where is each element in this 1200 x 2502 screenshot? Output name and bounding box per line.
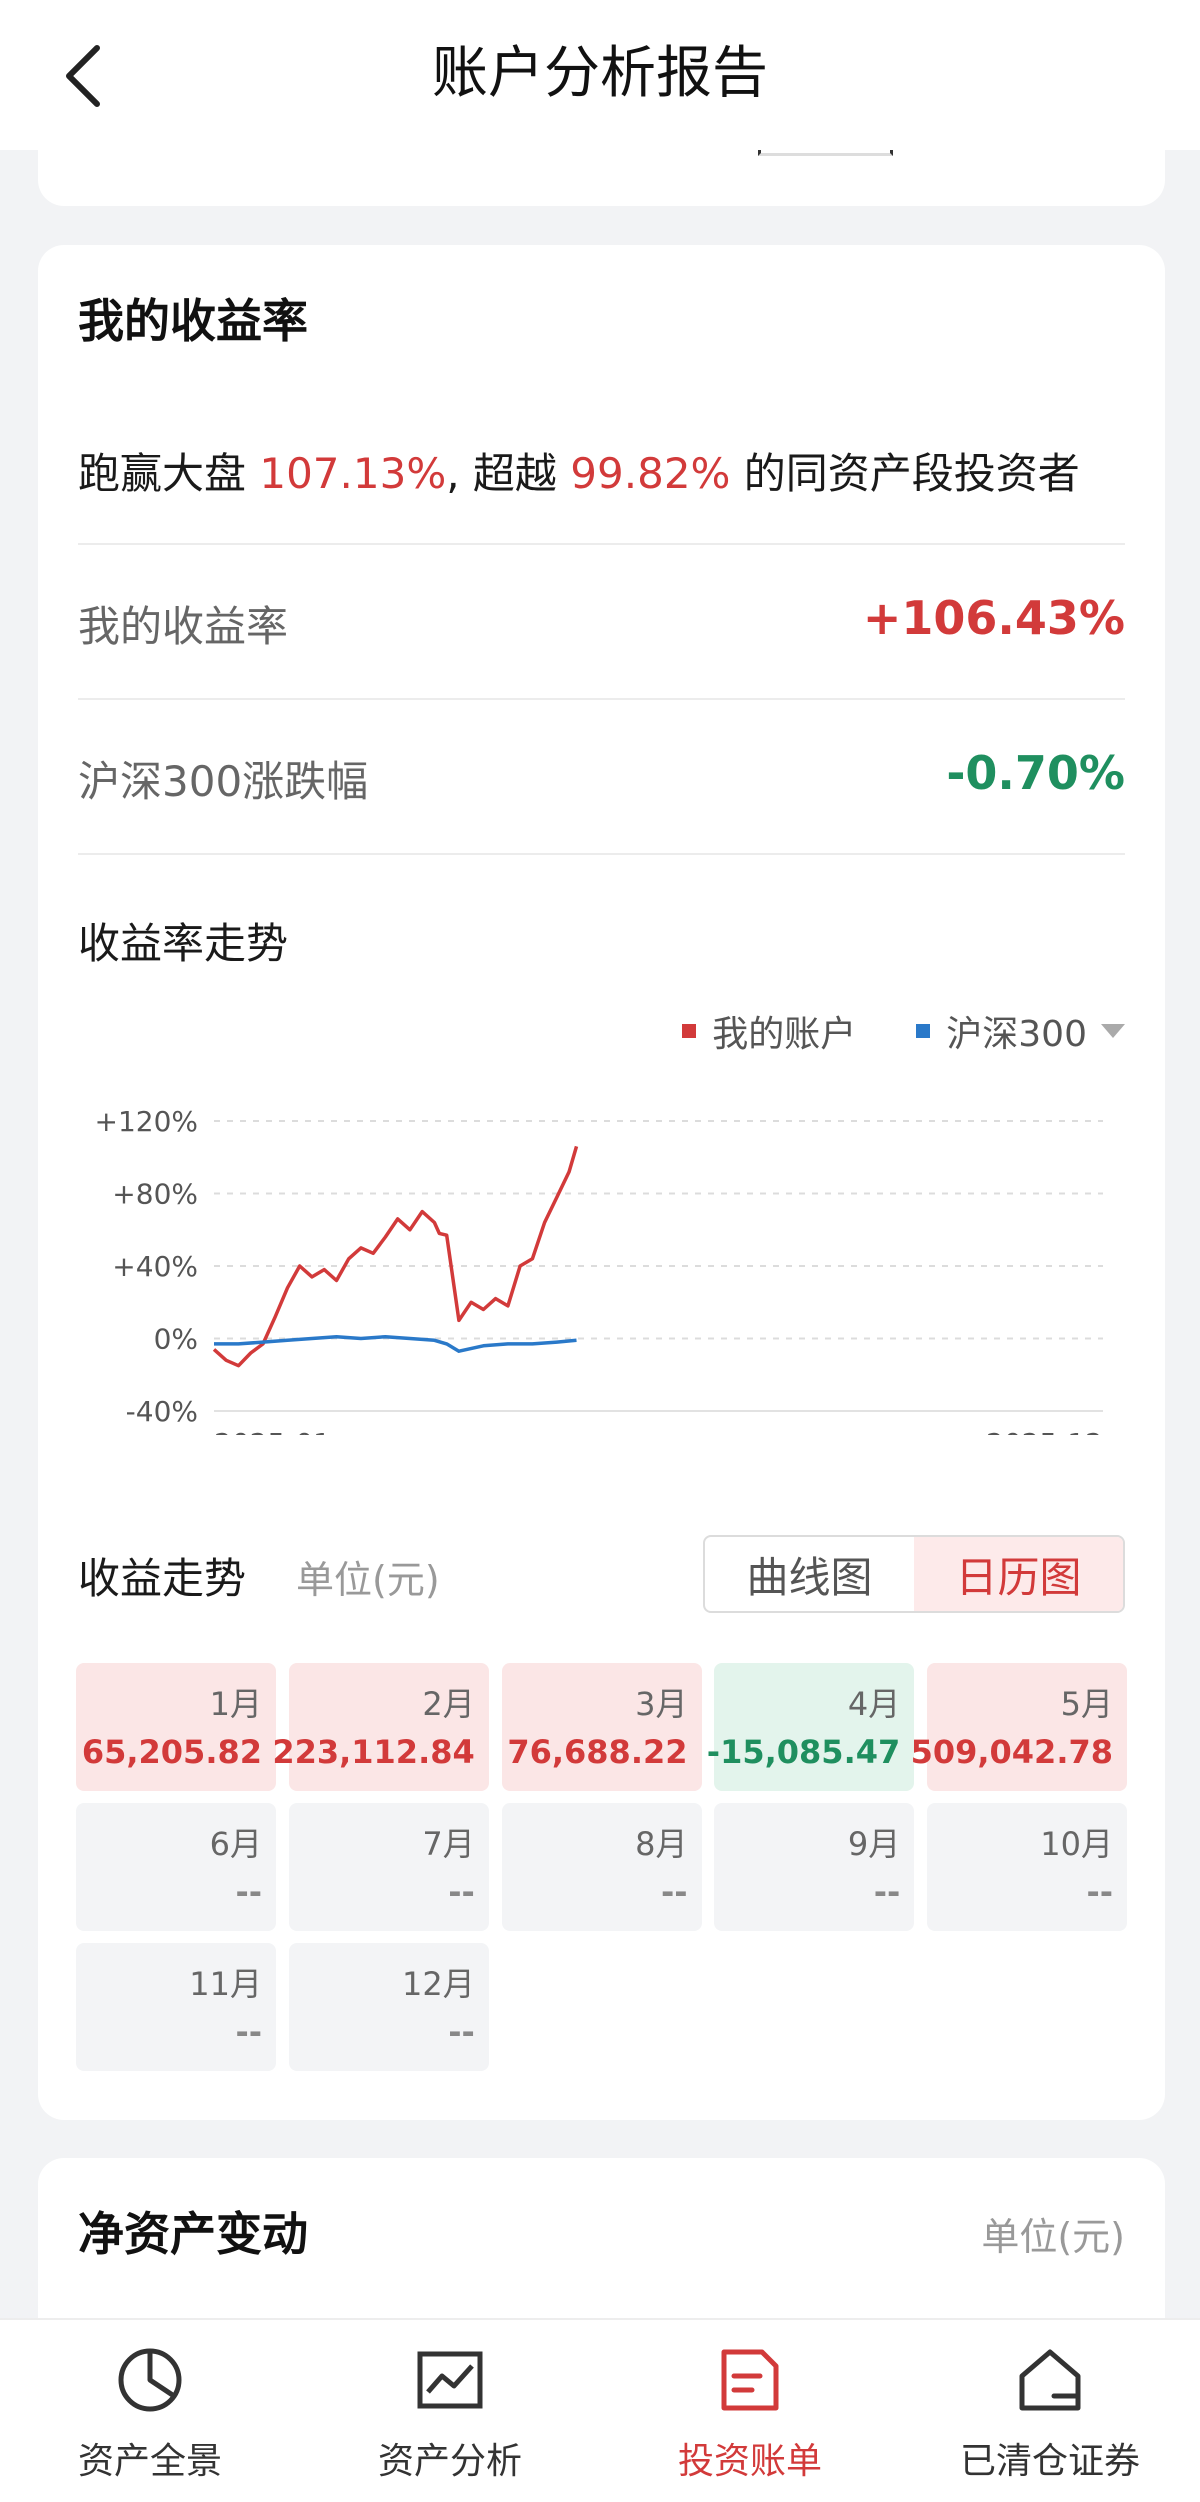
legend-index[interactable]: 沪深300: [916, 1005, 1125, 1057]
divider: [78, 543, 1125, 545]
y-tick-label: 0%: [154, 1323, 198, 1356]
divider: [78, 698, 1125, 700]
month-value: 65,205.82: [81, 1733, 262, 1771]
top-nav-bar: 账户分析报告: [0, 0, 1200, 150]
month-label: 9月: [847, 1825, 901, 1863]
divider: [78, 853, 1125, 855]
my-return-value: +106.43%: [862, 591, 1125, 645]
month-value: -15,085.47: [706, 1733, 901, 1771]
y-tick-label: +120%: [94, 1105, 198, 1138]
returns-card: 我的收益率 跑赢大盘 107.13%, 超越 99.82% 的同资产段投资者 我…: [38, 245, 1165, 2120]
index-change-value: -0.70%: [946, 746, 1125, 800]
month-cell[interactable]: 9月 --: [714, 1803, 915, 1931]
legend-swatch-red: [682, 1024, 697, 1038]
y-tick-label: -40%: [126, 1395, 198, 1428]
legend-swatch-blue: [916, 1024, 931, 1038]
month-cell[interactable]: 6月 --: [76, 1803, 276, 1931]
index-change-label: 沪深300涨跌幅: [78, 757, 369, 806]
month-cell[interactable]: 4月 -15,085.47: [707, 1663, 915, 1791]
tab-investment-bill[interactable]: 投资账单: [600, 2320, 900, 2502]
month-cell[interactable]: 11月 --: [76, 1943, 276, 2071]
month-label: 12月: [402, 1965, 475, 2003]
tab-label: 资产全景: [77, 2441, 222, 2482]
month-label: 4月: [847, 1685, 901, 1723]
dropdown-caret-icon[interactable]: [1101, 1024, 1125, 1038]
legend-label: 我的账户: [712, 1014, 857, 1055]
month-label: 10月: [1040, 1825, 1113, 1863]
summary-prefix: 跑赢大盘: [78, 449, 260, 498]
month-label: 7月: [422, 1825, 475, 1863]
my-return-label: 我的收益率: [78, 602, 289, 651]
monthly-income-grid: 1月 65,205.82 2月 223,112.84 3月 76,688.22 4月 -…: [76, 1663, 1131, 2071]
chart-legend[interactable]: 我的账户 沪深300: [622, 1005, 1125, 1057]
tab-label: 已清仓证券: [959, 2441, 1140, 2482]
month-label: 5月: [1060, 1685, 1113, 1723]
bill-icon: [714, 2344, 786, 2416]
month-value: 76,688.22: [507, 1733, 688, 1771]
pie-chart-icon: [114, 2344, 186, 2416]
month-label: 3月: [635, 1685, 688, 1723]
month-value: --: [448, 2013, 475, 2051]
return-trend-chart: +120% +80% +40% 0% -40% 2025-01 2025-12: [94, 1105, 1103, 1435]
month-cell[interactable]: 5月 509,042.78: [911, 1663, 1127, 1791]
month-label: 1月: [209, 1685, 262, 1723]
month-label: 2月: [422, 1685, 475, 1723]
exceed-investors-value: 99.82%: [570, 449, 731, 498]
curve-chart-tab[interactable]: 曲线图: [705, 1537, 914, 1611]
tab-label: 投资账单: [677, 2441, 822, 2482]
month-value: 509,042.78: [910, 1733, 1113, 1771]
month-cell[interactable]: 12月 --: [288, 1943, 489, 2071]
calendar-chart-tab[interactable]: 日历图: [914, 1537, 1123, 1611]
month-label: 8月: [635, 1825, 688, 1863]
x-tick-label: 2025-01: [214, 1427, 331, 1435]
month-cell[interactable]: 1月 65,205.82: [76, 1663, 276, 1791]
return-trend-title: 收益率走势: [78, 919, 289, 968]
month-value: --: [235, 2013, 262, 2051]
x-tick-label: 2025-12: [986, 1427, 1103, 1435]
month-cell[interactable]: 3月 76,688.22: [501, 1663, 702, 1791]
income-trend-title: 收益走势: [78, 1554, 247, 1603]
tab-asset-analysis[interactable]: 资产分析: [300, 2320, 600, 2502]
y-tick-label: +80%: [112, 1178, 198, 1211]
month-cell[interactable]: 8月 --: [501, 1803, 702, 1931]
line-chart-icon: [414, 2344, 486, 2416]
month-value: 223,112.84: [272, 1733, 475, 1771]
my-account-series-line: [212, 1145, 579, 1368]
month-value: --: [448, 1873, 475, 1911]
tab-asset-overview[interactable]: 资产全景: [0, 2320, 300, 2502]
net-assets-title: 净资产变动: [78, 2207, 308, 2261]
summary-mid: , 超越: [446, 449, 571, 498]
income-unit-label: 单位(元): [296, 1558, 440, 1602]
legend-my-account[interactable]: 我的账户: [682, 1005, 856, 1057]
month-cell[interactable]: 7月 --: [288, 1803, 489, 1931]
returns-summary: 跑赢大盘 107.13%, 超越 99.82% 的同资产段投资者: [78, 440, 1080, 501]
month-value: --: [1086, 1873, 1113, 1911]
legend-label: 沪深300: [946, 1014, 1087, 1055]
net-assets-unit-label: 单位(元): [981, 2215, 1125, 2259]
chart-type-toggle[interactable]: 曲线图 日历图: [703, 1535, 1125, 1613]
tab-label: 资产分析: [377, 2441, 522, 2482]
month-label: 11月: [189, 1965, 262, 2003]
month-value: --: [873, 1873, 901, 1911]
month-cell[interactable]: 10月 --: [927, 1803, 1127, 1931]
tab-cleared-securities[interactable]: 已清仓证券: [900, 2320, 1200, 2502]
returns-section-title: 我的收益率: [78, 294, 308, 348]
month-value: --: [660, 1873, 688, 1911]
summary-suffix: 的同资产段投资者: [730, 449, 1080, 498]
bottom-tab-bar: 资产全景 资产分析 投资账单 已清仓证券: [0, 2318, 1200, 2502]
page-title: 账户分析报告: [432, 41, 768, 106]
y-tick-label: +40%: [112, 1250, 198, 1283]
month-cell[interactable]: 2月 223,112.84: [272, 1663, 489, 1791]
beat-market-value: 107.13%: [259, 449, 447, 498]
month-label: 6月: [209, 1825, 262, 1863]
house-icon: [1014, 2344, 1086, 2416]
month-value: --: [235, 1873, 262, 1911]
